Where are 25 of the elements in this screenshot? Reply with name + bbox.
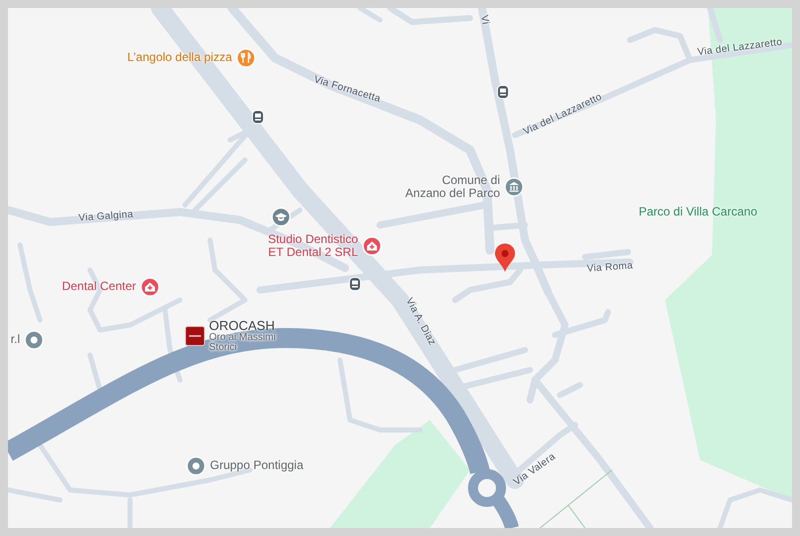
bus-stop-icon[interactable] <box>497 85 509 99</box>
street-label: Via Galgina <box>78 210 134 224</box>
place-label[interactable]: Studio Dentistico ET Dental 2 SRL <box>268 233 358 260</box>
bus-stop-icon[interactable] <box>349 277 361 291</box>
street-label: Via Roma <box>586 261 634 275</box>
fork-knife-icon[interactable] <box>236 48 256 68</box>
building-icon[interactable] <box>504 177 524 198</box>
place-label[interactable]: r.l <box>10 333 20 347</box>
location-pin-icon[interactable] <box>494 243 516 273</box>
medical-house-icon[interactable] <box>362 236 382 256</box>
street-label: Via A. Diaz <box>403 296 437 348</box>
street-label: Vi <box>478 14 490 26</box>
place-label[interactable]: L’angolo della pizza <box>127 51 232 65</box>
place-label[interactable]: OROCASH <box>209 319 276 333</box>
bus-stop-icon[interactable] <box>252 110 264 124</box>
street-label: Via del Lazzaretto <box>697 38 783 58</box>
shop-logo-icon[interactable] <box>185 326 205 346</box>
place-label[interactable]: Comune di Anzano del Parco <box>405 174 500 200</box>
park-label[interactable]: Parco di Villa Carcano <box>638 205 758 219</box>
place-marker-icon[interactable] <box>186 456 206 476</box>
school-icon[interactable] <box>271 207 291 227</box>
medical-house-icon[interactable] <box>140 277 160 297</box>
place-marker-icon[interactable] <box>24 330 44 350</box>
place-label[interactable]: Dental Center <box>62 280 136 294</box>
place-label[interactable]: Gruppo Pontiggia <box>210 459 304 473</box>
